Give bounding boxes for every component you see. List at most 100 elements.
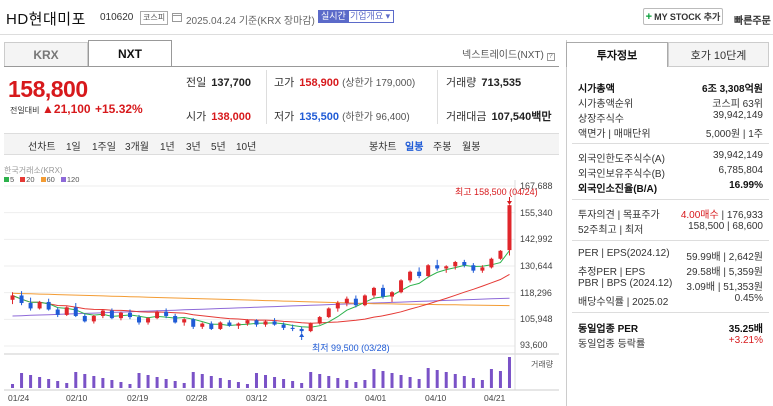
par-value-row: 액면가 | 매매단위 5,000원 | 1주 [578,125,763,140]
candle-body [28,303,33,309]
industry-per-row: 동일업종 PER 35.25배 [578,320,763,335]
row-label: 외국인보유주식수(B) [578,169,665,180]
candle-body [19,295,24,304]
row-value: 0.45% [734,293,763,304]
candle-body [299,328,304,332]
row-label: PBR | BPS (2024.12) [578,278,673,289]
volume-bar [137,373,141,388]
candle-body [371,287,376,296]
volume-bar [218,378,222,388]
ma20-line [12,273,510,324]
market-cap-rank-row: 시가총액순위 코스피 63위 [578,95,763,110]
candle-body [444,266,449,269]
volume-bar [291,381,295,388]
foreign-holdings-row: 외국인보유주식수(B) 6,785,804 [578,165,763,180]
tab-investment-info[interactable]: 투자정보 [566,42,668,67]
volume-bar [110,380,114,388]
candle-body [137,317,142,323]
volume-bar [444,372,448,388]
candle-body [218,322,223,329]
volume-bar [336,378,340,388]
candle-body [344,298,349,304]
volume-bar [327,376,331,388]
volume-bar [146,375,150,388]
market-cap-row: 시가총액 6조 3,308억원 [578,80,763,95]
candle-body [408,271,413,281]
row-label: 외국인소진율(B/A) [578,184,658,195]
volume-bar [83,374,87,388]
candle-body [317,317,322,324]
volume-bar [480,380,484,388]
row-value: 코스피 63위 [712,99,763,110]
row-value: 35.25배 [728,324,763,335]
candle-body [462,261,467,266]
volume-bar [453,374,457,388]
candle-body [417,271,422,277]
volume-bar [236,382,240,388]
x-tick: 01/24 [8,393,30,403]
candle-body [353,298,358,306]
candle-body [118,312,123,319]
section-divider [572,199,769,200]
volume-bar [164,379,168,388]
volume-bar [47,379,51,388]
candle-body [471,265,476,271]
volume-bar [92,376,96,388]
candle-body [227,322,232,326]
volume-bar [264,375,268,388]
candle-body [82,315,87,322]
row-label: 액면가 | 매매단위 [578,129,651,140]
row-value: 4.00매수 | 176,933 [681,206,763,221]
y-tick: 130,644 [520,261,553,271]
row-value: 29.58배 | 5,359원 [686,267,763,278]
candle-body [46,301,51,310]
x-tick: 04/21 [484,393,506,403]
volume-bar [128,384,132,388]
min-annotation: 최저 99,500 (03/28) [312,343,390,353]
opinion-target-row: 투자의견 | 목표주가 4.00매수 | 176,933 [578,206,763,221]
volume-bar [38,377,42,388]
volume-bar [417,379,421,388]
y-tick: 118,296 [520,288,552,298]
x-tick: 02/10 [66,393,88,403]
row-label: 동일업종 PER [578,324,639,335]
candle-body [498,250,503,259]
candle-body [335,303,340,309]
candle-body [164,311,169,316]
candle-body [263,321,268,325]
volume-bar [309,372,313,388]
tab-orderbook-10[interactable]: 호가 10단계 [668,42,769,67]
row-label: 시가총액순위 [578,99,634,110]
x-tick: 03/21 [306,393,328,403]
y-tick: 155,340 [520,208,553,218]
candle-body [127,312,132,318]
row-label: 시가총액 [578,84,615,95]
volume-bar [354,382,358,388]
listed-shares-row: 상장주식수 39,942,149 [578,110,763,125]
opinion-value: 4.00매수 [680,210,719,221]
candle-body [37,301,42,309]
est-per-eps-row: 추정PER | EPS 29.58배 | 5,359원 [578,263,763,278]
x-tick: 04/01 [365,393,387,403]
volume-bar [435,370,439,388]
section-divider [572,143,769,144]
volume-bar [191,372,195,388]
pbr-bps-row: PBR | BPS (2024.12) 3.09배 | 51,353원 [578,278,763,293]
candle-body [380,287,385,297]
volume-bar [300,383,304,388]
volume-bar [155,377,159,388]
volume-bar [101,378,105,388]
candle-body [73,307,78,316]
volume-bar [227,380,231,388]
candle-body [272,321,277,325]
foreign-limit-row: 외국인한도주식수(A) 39,942,149 [578,150,763,165]
volume-bar [498,371,502,388]
section-divider [572,240,769,241]
candle-body [64,307,69,315]
row-label: 상장주식수 [578,114,624,125]
row-value: 16.99% [729,180,763,191]
row-value: 158,500 | 68,600 [688,221,763,232]
candle-body [489,258,494,268]
volume-bar [489,369,493,388]
row-label: 배당수익률 | 2025.02 [578,297,669,308]
